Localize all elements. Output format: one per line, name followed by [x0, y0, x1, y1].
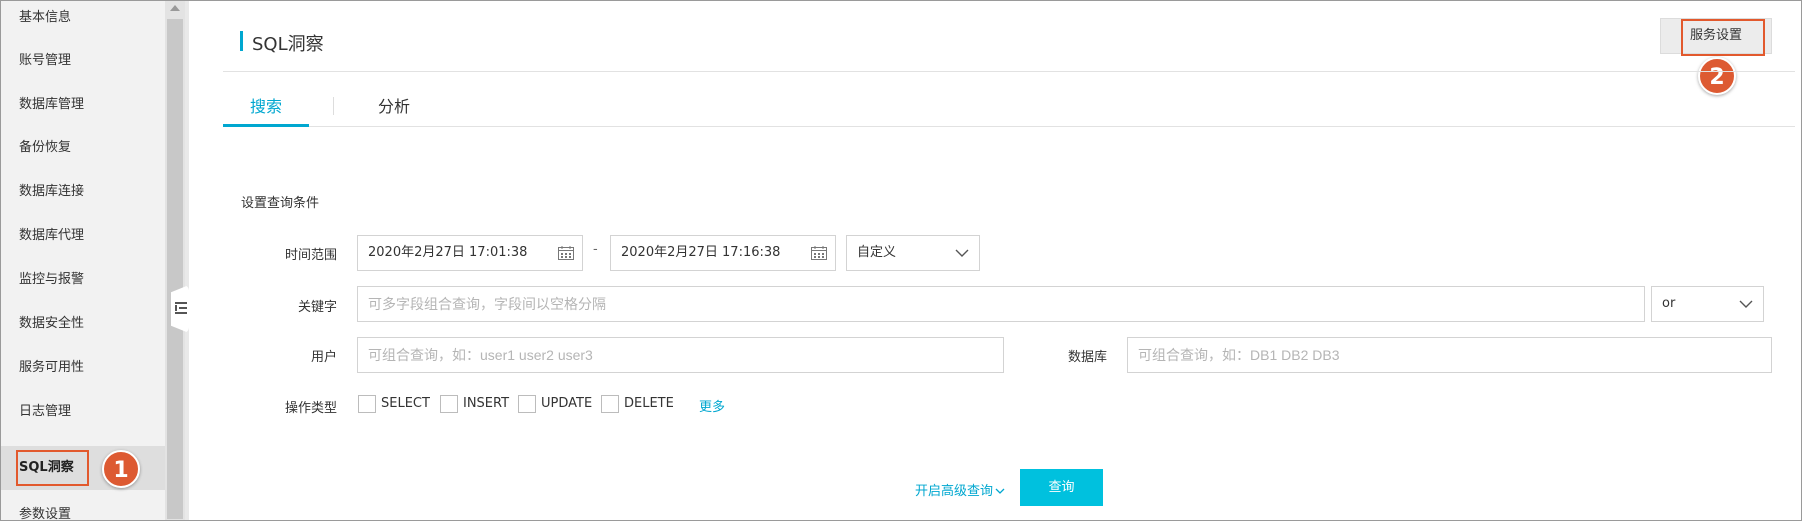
checkbox-insert-label: INSERT	[463, 396, 510, 411]
keyword-label: 关键字	[297, 300, 337, 315]
sidebar-item-security[interactable]: 数据安全性	[1, 302, 165, 346]
sidebar-collapse-handle[interactable]	[171, 285, 189, 333]
database-input-wrapper	[1127, 337, 1772, 373]
time-preset-value: 自定义	[857, 245, 897, 260]
checkbox-update-label: UPDATE	[541, 396, 593, 411]
query-conditions-title: 设置查询条件	[241, 196, 320, 211]
sidebar-item-monitoring[interactable]: 监控与报警	[1, 258, 165, 302]
chevron-down-icon	[995, 488, 1005, 494]
more-operations-link[interactable]: 更多	[699, 396, 725, 415]
tab-separator	[333, 97, 334, 115]
sidebar-item-accounts[interactable]: 账号管理	[1, 39, 165, 83]
sidebar-item-basic-info[interactable]: 基本信息	[1, 1, 165, 40]
query-button[interactable]: 查询	[1020, 469, 1103, 506]
page-title: SQL洞察	[252, 34, 324, 55]
highlight-service-settings	[1681, 19, 1765, 56]
sidebar-item-databases[interactable]: 数据库管理	[1, 83, 165, 127]
end-time-field[interactable]: 2020年2月27日 17:16:38	[610, 235, 836, 271]
keyword-input-wrapper	[357, 286, 1645, 322]
tabs-divider	[223, 126, 1795, 127]
advanced-query-toggle[interactable]: 开启高级查询	[915, 480, 1005, 499]
database-label: 数据库	[1067, 350, 1107, 365]
time-range-label: 时间范围	[284, 248, 337, 263]
keyword-input[interactable]	[368, 287, 1644, 321]
time-range-separator: -	[593, 242, 598, 257]
highlight-sql-insight	[16, 450, 89, 486]
user-input-wrapper	[357, 337, 1004, 373]
checkbox-update[interactable]	[518, 395, 536, 413]
header-divider	[223, 71, 1795, 72]
start-time-field[interactable]: 2020年2月27日 17:01:38	[357, 235, 583, 271]
keyword-operator-select[interactable]: or	[1651, 286, 1764, 322]
step-badge-2: 2	[1698, 57, 1736, 95]
chevron-down-icon	[1739, 300, 1753, 308]
checkbox-select-label: SELECT	[381, 396, 430, 411]
end-time-value: 2020年2月27日 17:16:38	[621, 245, 781, 260]
sidebar-item-availability[interactable]: 服务可用性	[1, 346, 165, 390]
user-input[interactable]	[368, 338, 1003, 372]
sidebar: 基本信息 账号管理 数据库管理 备份恢复 数据库连接 数据库代理 监控与报警 数…	[1, 1, 167, 520]
sidebar-item-parameters[interactable]: 参数设置	[1, 493, 165, 520]
database-input[interactable]	[1138, 338, 1771, 372]
collapse-menu-icon	[175, 302, 187, 314]
calendar-icon[interactable]	[558, 246, 574, 260]
keyword-operator-value: or	[1662, 296, 1676, 311]
advanced-query-label: 开启高级查询	[915, 484, 994, 499]
sidebar-item-db-proxy[interactable]: 数据库代理	[1, 214, 165, 258]
tab-analysis[interactable]: 分析	[378, 93, 410, 117]
sidebar-item-logs[interactable]: 日志管理	[1, 390, 165, 434]
sidebar-item-db-connection[interactable]: 数据库连接	[1, 170, 165, 214]
time-preset-select[interactable]: 自定义	[846, 235, 980, 271]
app-frame: 基本信息 账号管理 数据库管理 备份恢复 数据库连接 数据库代理 监控与报警 数…	[0, 0, 1802, 521]
active-tab-indicator	[223, 124, 309, 127]
start-time-value: 2020年2月27日 17:01:38	[368, 245, 528, 260]
chevron-down-icon	[955, 249, 969, 257]
title-accent-bar	[240, 31, 243, 51]
checkbox-select[interactable]	[358, 395, 376, 413]
step-badge-1: 1	[102, 450, 140, 488]
sidebar-divider	[185, 1, 189, 520]
calendar-icon[interactable]	[811, 246, 827, 260]
tab-search[interactable]: 搜索	[250, 93, 282, 117]
scroll-up-arrow-icon[interactable]	[170, 5, 180, 11]
user-label: 用户	[310, 350, 337, 365]
operation-type-label: 操作类型	[284, 401, 337, 416]
checkbox-insert[interactable]	[440, 395, 458, 413]
checkbox-delete[interactable]	[601, 395, 619, 413]
sidebar-scrollbar-thumb[interactable]	[167, 19, 183, 519]
sidebar-item-backup[interactable]: 备份恢复	[1, 126, 165, 170]
checkbox-delete-label: DELETE	[624, 396, 674, 411]
